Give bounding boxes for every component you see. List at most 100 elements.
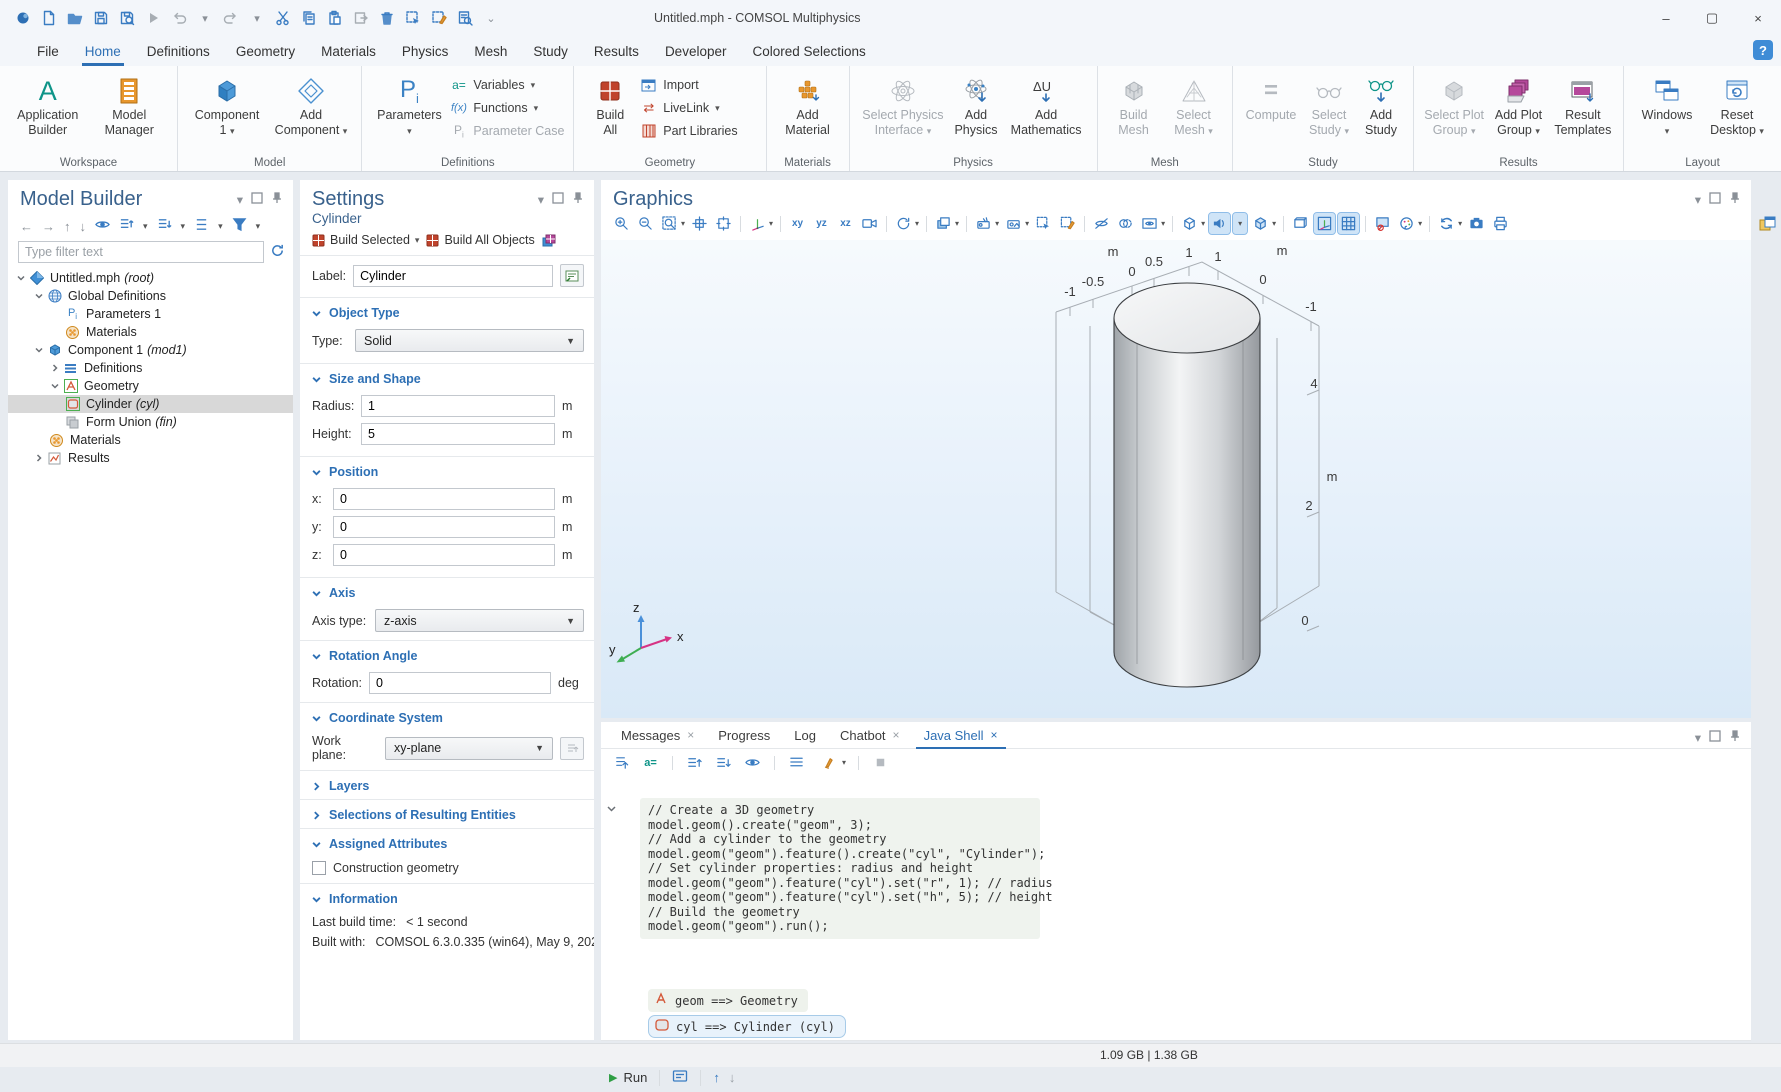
show-axis-button[interactable] xyxy=(1314,213,1335,234)
close-tab-icon[interactable]: × xyxy=(893,728,900,742)
view-xz-button[interactable]: xz xyxy=(835,213,856,234)
word-wrap-button[interactable] xyxy=(786,752,807,773)
section-header-selections[interactable]: Selections of Resulting Entities xyxy=(300,800,594,828)
label-edit-button[interactable] xyxy=(560,264,584,287)
tab-messages[interactable]: Messages× xyxy=(609,722,706,749)
new-node-button[interactable] xyxy=(611,752,632,773)
docked-window-icon[interactable] xyxy=(1759,216,1776,231)
float-panel-icon[interactable] xyxy=(552,192,564,207)
position-z-input[interactable] xyxy=(333,544,555,566)
paste-button[interactable] xyxy=(322,5,348,31)
pin-icon[interactable] xyxy=(271,192,283,207)
tree-item-component1[interactable]: Component 1(mod1) xyxy=(8,341,293,359)
zoom-out-button[interactable] xyxy=(635,213,656,234)
view-xy-button[interactable]: xy xyxy=(787,213,808,234)
menu-study[interactable]: Study xyxy=(520,36,581,66)
tree-item-global-definitions[interactable]: Global Definitions xyxy=(8,287,293,305)
add-physics-button[interactable]: Add Physics xyxy=(950,71,1001,138)
save-button[interactable] xyxy=(88,5,114,31)
clear-shell-button[interactable] xyxy=(815,752,836,773)
chevron-down-icon[interactable]: ▾ xyxy=(955,219,959,228)
clear-selection-button[interactable] xyxy=(426,5,452,31)
menu-home[interactable]: Home xyxy=(72,36,134,66)
update-button[interactable] xyxy=(1436,213,1457,234)
graphics-canvas[interactable]: m -1 -0.5 0 0.5 1 1 m 0 -1 4 m 2 0 z xyxy=(601,240,1751,718)
tree-item-definitions[interactable]: Definitions xyxy=(8,359,293,377)
model-tree-nodes-button[interactable] xyxy=(194,217,209,235)
menu-file[interactable]: File xyxy=(24,36,72,66)
tree-item-geometry[interactable]: Geometry xyxy=(8,377,293,395)
sound-chevron-button[interactable]: ▾ xyxy=(1233,213,1247,234)
move-down-button[interactable]: ↓ xyxy=(80,219,87,234)
camera-button[interactable] xyxy=(859,213,880,234)
close-button[interactable]: × xyxy=(1735,0,1781,36)
color-theme-button[interactable] xyxy=(1396,213,1417,234)
filter-funnel-button[interactable] xyxy=(232,217,247,235)
position-x-input[interactable] xyxy=(333,488,555,510)
tab-java-shell[interactable]: Java Shell× xyxy=(912,722,1010,749)
section-header-size-shape[interactable]: Size and Shape xyxy=(300,364,594,392)
chevron-down-icon[interactable]: ▾ xyxy=(181,221,186,232)
collapse-entries-button[interactable] xyxy=(684,752,705,773)
cut-button[interactable] xyxy=(270,5,296,31)
tab-log[interactable]: Log xyxy=(782,722,828,749)
close-tab-icon[interactable]: × xyxy=(991,728,998,742)
nav-forward-button[interactable]: → xyxy=(42,219,55,234)
build-all-button[interactable]: Build All xyxy=(582,71,638,138)
build-selected-button[interactable]: Build Selected ▾ xyxy=(312,233,419,247)
chevron-expanded-icon[interactable] xyxy=(14,274,28,282)
chevron-down-icon[interactable]: ▾ xyxy=(1272,219,1276,228)
component-1-button[interactable]: Component 1 ▾ xyxy=(186,71,268,139)
section-header-axis[interactable]: Axis xyxy=(300,578,594,606)
float-panel-icon[interactable] xyxy=(1709,730,1721,745)
hide-objects-button[interactable] xyxy=(1091,213,1112,234)
maximize-button[interactable]: ▢ xyxy=(1689,0,1735,36)
part-libraries-button[interactable]: Part Libraries xyxy=(640,123,737,139)
zoom-box-button[interactable] xyxy=(659,213,680,234)
menu-results[interactable]: Results xyxy=(581,36,652,66)
nav-back-button[interactable]: ← xyxy=(20,219,33,234)
move-up-button[interactable]: ↑ xyxy=(64,219,71,234)
select-objects-button[interactable] xyxy=(1033,213,1054,234)
add-mathematics-button[interactable]: ΔU Add Mathematics xyxy=(1004,71,1089,138)
section-header-assigned-attributes[interactable]: Assigned Attributes xyxy=(300,829,594,857)
chevron-down-icon[interactable]: ▾ xyxy=(769,219,773,228)
import-button[interactable]: Import xyxy=(640,77,737,93)
height-input[interactable] xyxy=(361,423,555,445)
hide-plot-button[interactable] xyxy=(1372,213,1393,234)
appearance-button[interactable] xyxy=(933,213,954,234)
chevron-down-icon[interactable]: ▾ xyxy=(1201,219,1205,228)
section-header-layers[interactable]: Layers xyxy=(300,771,594,799)
reset-desktop-button[interactable]: Reset Desktop ▾ xyxy=(1704,71,1770,139)
chevron-down-icon[interactable]: ▾ xyxy=(995,219,999,228)
rotate-view-button[interactable] xyxy=(893,213,914,234)
menu-physics[interactable]: Physics xyxy=(389,36,462,66)
chevron-down-icon[interactable]: ▾ xyxy=(256,221,261,232)
panel-menu-chevron-icon[interactable]: ▾ xyxy=(538,192,544,207)
menu-definitions[interactable]: Definitions xyxy=(134,36,223,66)
history-previous-button[interactable]: ↑ xyxy=(713,1070,720,1085)
sound-button[interactable] xyxy=(1209,213,1230,234)
menu-materials[interactable]: Materials xyxy=(308,36,389,66)
select-box-button[interactable] xyxy=(400,5,426,31)
chevron-down-icon[interactable]: ▾ xyxy=(1025,219,1029,228)
add-plot-group-button[interactable]: Add Plot Group ▾ xyxy=(1488,71,1548,139)
float-panel-icon[interactable] xyxy=(251,192,263,207)
wireframe-button[interactable] xyxy=(1179,213,1200,234)
float-panel-icon[interactable] xyxy=(1709,192,1721,207)
expand-all-button[interactable] xyxy=(157,217,172,235)
tab-progress[interactable]: Progress xyxy=(706,722,782,749)
refresh-icon[interactable] xyxy=(270,243,285,261)
zoom-in-button[interactable] xyxy=(611,213,632,234)
zoom-extents-button[interactable] xyxy=(689,213,710,234)
menu-colored-selections[interactable]: Colored Selections xyxy=(739,36,878,66)
section-header-rotation[interactable]: Rotation Angle xyxy=(300,641,594,669)
tree-item-cylinder[interactable]: Cylinder(cyl) xyxy=(8,395,293,413)
pin-icon[interactable] xyxy=(572,192,584,207)
cylinder-3d-object[interactable] xyxy=(1114,283,1260,687)
clipping-button[interactable] xyxy=(1139,213,1160,234)
work-plane-select[interactable]: xy-plane▼ xyxy=(385,737,553,760)
chevron-expanded-icon[interactable] xyxy=(607,802,616,816)
chevron-expanded-icon[interactable] xyxy=(48,382,62,390)
environment-button[interactable] xyxy=(1003,213,1024,234)
